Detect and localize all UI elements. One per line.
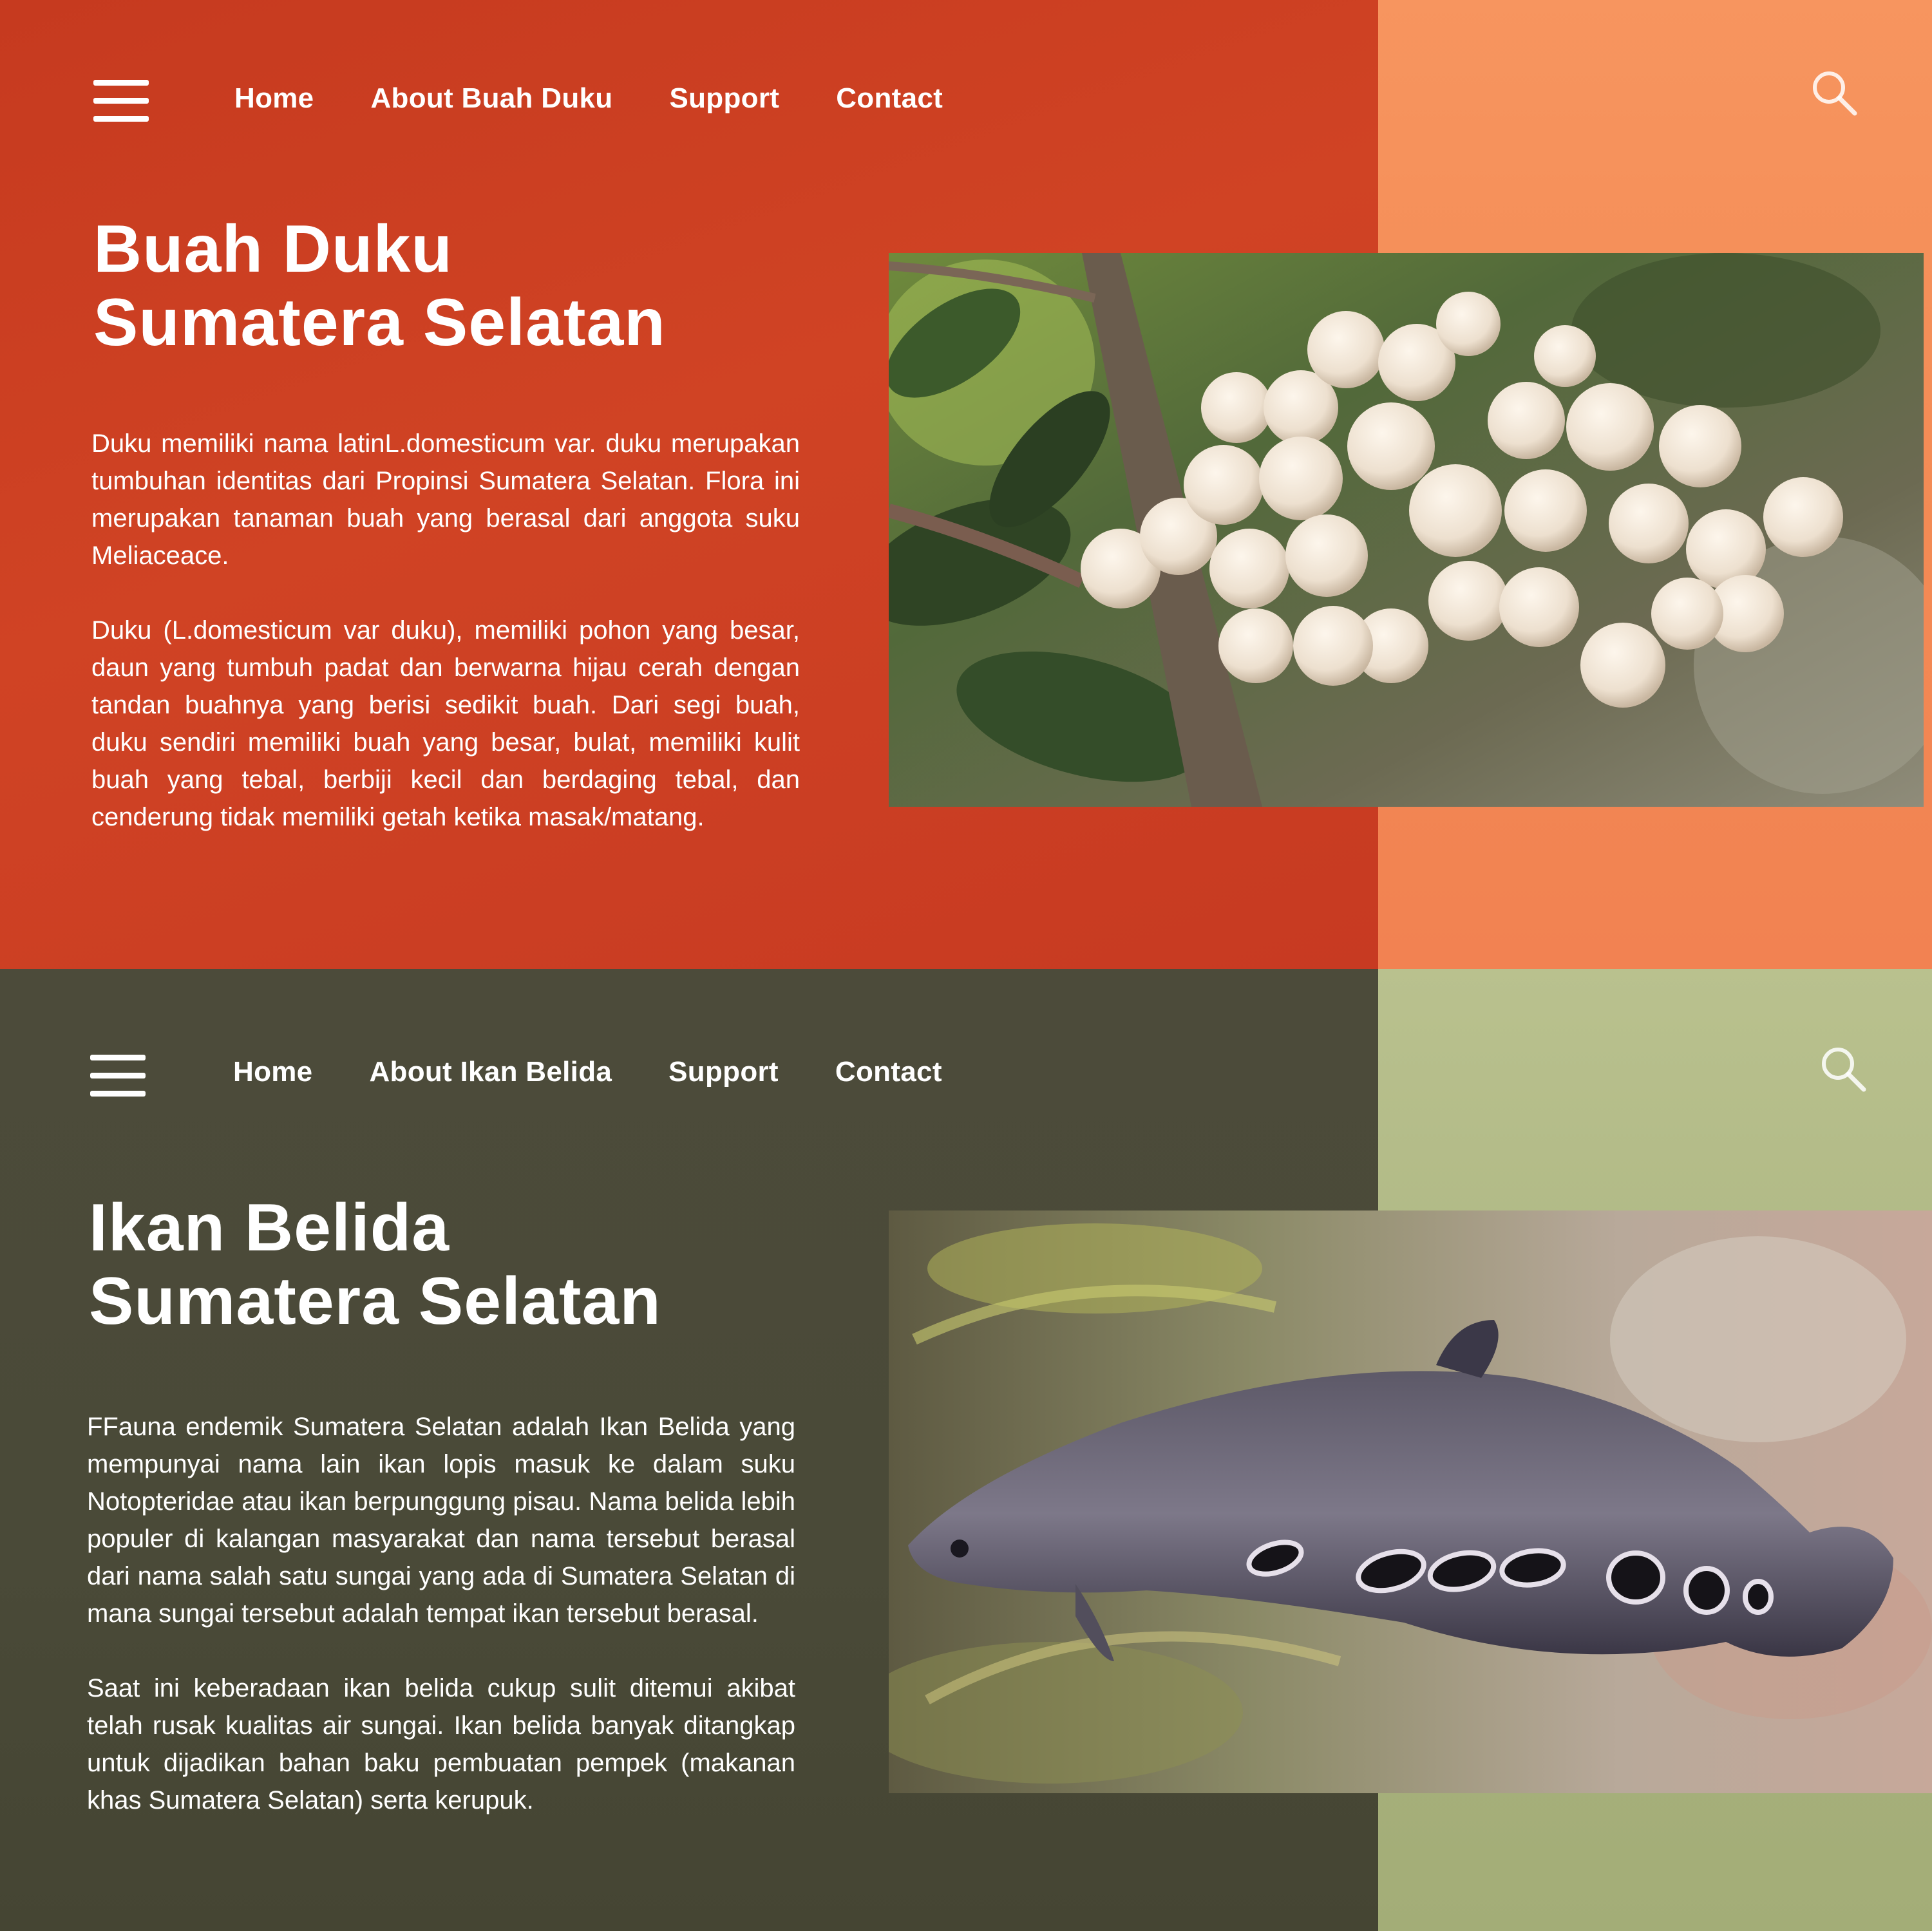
search-icon[interactable] bbox=[1816, 1042, 1870, 1096]
nav-contact[interactable]: Contact bbox=[835, 1056, 942, 1088]
duku-fruit-photo bbox=[889, 253, 1924, 807]
top-nav: Home About Ikan Belida Support Contact bbox=[233, 1056, 942, 1088]
paragraph-2: Saat ini keberadaan ikan belida cukup su… bbox=[87, 1674, 795, 1814]
title-line-2: Sumatera Selatan bbox=[93, 285, 666, 360]
title-line-2: Sumatera Selatan bbox=[89, 1264, 661, 1339]
search-icon[interactable] bbox=[1807, 66, 1861, 120]
hamburger-menu-icon[interactable] bbox=[90, 1055, 146, 1097]
description: FFauna endemik Sumatera Selatan adalah I… bbox=[87, 1408, 795, 1856]
nav-support[interactable]: Support bbox=[668, 1056, 779, 1088]
belida-page: Home About Ikan Belida Support Contact I… bbox=[0, 969, 1932, 1931]
nav-contact[interactable]: Contact bbox=[836, 82, 943, 115]
page-title: Buah Duku Sumatera Selatan bbox=[93, 212, 666, 359]
nav-about[interactable]: About Buah Duku bbox=[370, 82, 612, 115]
nav-home[interactable]: Home bbox=[234, 82, 314, 115]
description: Duku memiliki nama latinL.domesticum var… bbox=[91, 425, 800, 873]
paragraph-2: Duku (L.domesticum var duku), memiliki p… bbox=[91, 616, 800, 831]
belida-fish-photo bbox=[889, 1210, 1932, 1793]
nav-home[interactable]: Home bbox=[233, 1056, 312, 1088]
nav-support[interactable]: Support bbox=[669, 82, 779, 115]
page-title: Ikan Belida Sumatera Selatan bbox=[89, 1191, 661, 1338]
paragraph-1: Duku memiliki nama latinL.domesticum var… bbox=[91, 429, 800, 570]
duku-page: Home About Buah Duku Support Contact Bua… bbox=[0, 0, 1932, 969]
top-nav: Home About Buah Duku Support Contact bbox=[234, 82, 943, 115]
title-line-1: Ikan Belida bbox=[89, 1191, 450, 1265]
nav-about[interactable]: About Ikan Belida bbox=[369, 1056, 612, 1088]
title-line-1: Buah Duku bbox=[93, 212, 453, 287]
paragraph-1: FFauna endemik Sumatera Selatan adalah I… bbox=[87, 1413, 795, 1628]
hamburger-menu-icon[interactable] bbox=[93, 80, 149, 122]
